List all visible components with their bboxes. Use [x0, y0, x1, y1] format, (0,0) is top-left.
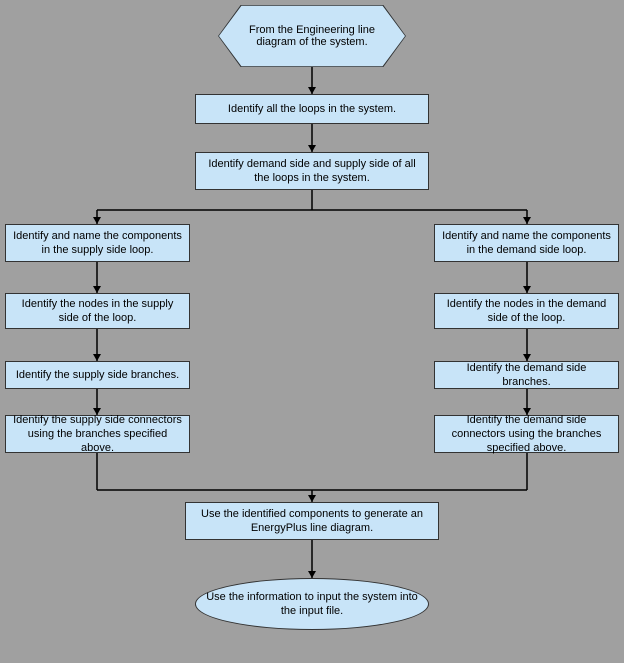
node-n6-left: Identify the supply side connectors usin… [5, 415, 190, 453]
node-n7: Use the identified components to generat… [185, 502, 439, 540]
start-label: From the Engineering line diagram of the… [238, 24, 386, 48]
node-n2: Identify demand side and supply side of … [195, 152, 429, 190]
node-n3-left: Identify and name the components in the … [5, 224, 190, 262]
start-node: From the Engineering line diagram of the… [218, 5, 406, 67]
node-end: Use the information to input the system … [195, 578, 429, 630]
node-n4-right: Identify the nodes in the demand side of… [434, 293, 619, 329]
node-n5-left: Identify the supply side branches. [5, 361, 190, 389]
node-n6-right: Identify the demand side connectors usin… [434, 415, 619, 453]
node-n5-right: Identify the demand side branches. [434, 361, 619, 389]
flowchart-diagram: From the Engineering line diagram of the… [0, 0, 624, 663]
node-n1: Identify all the loops in the system. [195, 94, 429, 124]
node-n4-left: Identify the nodes in the supply side of… [5, 293, 190, 329]
node-n3-right: Identify and name the components in the … [434, 224, 619, 262]
